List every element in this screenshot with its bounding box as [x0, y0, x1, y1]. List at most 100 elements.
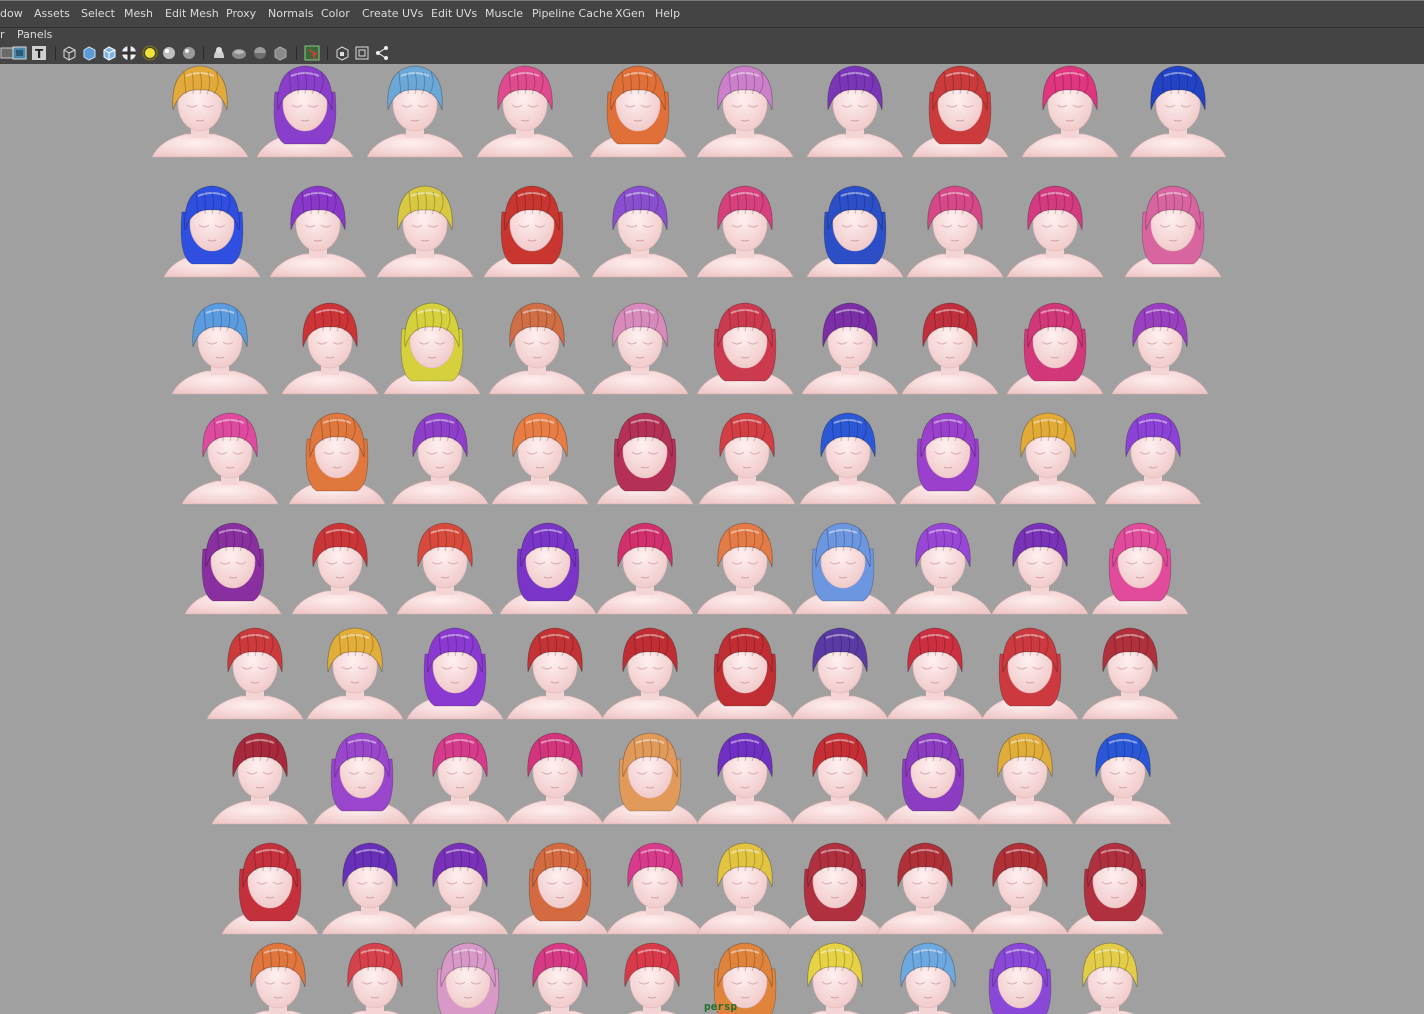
- hair-model[interactable]: [899, 412, 997, 505]
- hair-model[interactable]: [506, 627, 604, 720]
- menu-select[interactable]: Select: [81, 7, 115, 20]
- hair-model[interactable]: [396, 522, 494, 615]
- hair-model[interactable]: [327, 942, 423, 1014]
- menu-assets[interactable]: Assets: [34, 7, 70, 20]
- hair-model[interactable]: [787, 942, 883, 1014]
- hair-model[interactable]: [411, 732, 509, 825]
- hair-model[interactable]: [483, 185, 581, 278]
- shadow-icon[interactable]: [181, 45, 197, 61]
- menu-color[interactable]: Color: [321, 7, 350, 20]
- hair-model[interactable]: [288, 412, 386, 505]
- half-sphere-icon[interactable]: [252, 45, 268, 61]
- hair-model[interactable]: [696, 522, 794, 615]
- hair-model[interactable]: [383, 302, 481, 395]
- perspective-viewport[interactable]: [0, 64, 1424, 1014]
- hair-model[interactable]: [884, 732, 982, 825]
- texture-icon[interactable]: [12, 45, 28, 61]
- light-bulb-icon[interactable]: [142, 45, 158, 61]
- menu-proxy[interactable]: Proxy: [226, 7, 256, 20]
- hair-model[interactable]: [230, 942, 326, 1014]
- hair-model[interactable]: [511, 842, 609, 935]
- hair-model[interactable]: [886, 627, 984, 720]
- hair-model[interactable]: [604, 942, 700, 1014]
- hair-model[interactable]: [171, 302, 269, 395]
- hair-model[interactable]: [512, 942, 608, 1014]
- hair-model[interactable]: [981, 627, 1079, 720]
- hair-model[interactable]: [806, 65, 904, 158]
- hair-model[interactable]: [211, 732, 309, 825]
- hair-model[interactable]: [376, 185, 474, 278]
- hair-model[interactable]: [596, 522, 694, 615]
- menu-create-uvs[interactable]: Create UVs: [362, 7, 423, 20]
- hair-model[interactable]: [591, 302, 689, 395]
- hair-model[interactable]: [420, 942, 516, 1014]
- hair-model[interactable]: [181, 412, 279, 505]
- hair-model[interactable]: [601, 732, 699, 825]
- hair-model[interactable]: [696, 65, 794, 158]
- hair-model[interactable]: [1074, 732, 1172, 825]
- hair-model[interactable]: [1006, 185, 1104, 278]
- hair-model[interactable]: [1062, 942, 1158, 1014]
- hair-model[interactable]: [391, 412, 489, 505]
- hair-model[interactable]: [506, 732, 604, 825]
- hair-model[interactable]: [972, 942, 1068, 1014]
- select-highlight-icon[interactable]: [304, 45, 320, 61]
- hair-model[interactable]: [794, 522, 892, 615]
- menu-edit-uvs[interactable]: Edit UVs: [431, 7, 477, 20]
- hair-model[interactable]: [880, 942, 976, 1014]
- hair-model[interactable]: [1129, 65, 1227, 158]
- menu-mesh[interactable]: Mesh: [124, 7, 153, 20]
- hair-model[interactable]: [1066, 842, 1164, 935]
- hair-model[interactable]: [901, 302, 999, 395]
- hair-model[interactable]: [206, 627, 304, 720]
- menu-xgen[interactable]: XGen: [615, 7, 645, 20]
- menu-dow[interactable]: dow: [0, 7, 23, 20]
- menu-muscle[interactable]: Muscle: [485, 7, 523, 20]
- hair-model[interactable]: [1111, 302, 1209, 395]
- hair-model[interactable]: [696, 302, 794, 395]
- isolate-icon[interactable]: [334, 45, 350, 61]
- share-icon[interactable]: [374, 45, 390, 61]
- hair-model[interactable]: [313, 732, 411, 825]
- hair-model[interactable]: [499, 522, 597, 615]
- default-light-icon[interactable]: [161, 45, 177, 61]
- menu-pipeline-cache[interactable]: Pipeline Cache: [532, 7, 613, 20]
- hair-model[interactable]: [596, 412, 694, 505]
- hair-model[interactable]: [269, 185, 367, 278]
- hair-model[interactable]: [321, 842, 419, 935]
- hair-model[interactable]: [911, 65, 1009, 158]
- hair-model[interactable]: [306, 627, 404, 720]
- text-icon[interactable]: T: [31, 45, 47, 61]
- checker-icon[interactable]: [121, 45, 137, 61]
- bust-icon[interactable]: [211, 45, 227, 61]
- menu-edit-mesh[interactable]: Edit Mesh: [165, 7, 219, 20]
- hair-model[interactable]: [696, 732, 794, 825]
- hair-model[interactable]: [876, 842, 974, 935]
- hair-model[interactable]: [491, 412, 589, 505]
- hair-model[interactable]: [488, 302, 586, 395]
- hair-model[interactable]: [411, 842, 509, 935]
- smooth-shade-icon[interactable]: [81, 45, 97, 61]
- hair-model[interactable]: [281, 302, 379, 395]
- hair-model[interactable]: [1021, 65, 1119, 158]
- hair-model[interactable]: [1124, 185, 1222, 278]
- hair-model[interactable]: [786, 842, 884, 935]
- hair-model[interactable]: [991, 522, 1089, 615]
- hair-model[interactable]: [799, 412, 897, 505]
- hair-model[interactable]: [1104, 412, 1202, 505]
- hair-model[interactable]: [906, 185, 1004, 278]
- cube-dark-icon[interactable]: [272, 45, 288, 61]
- hair-model[interactable]: [151, 65, 249, 158]
- hair-model[interactable]: [894, 522, 992, 615]
- hair-model[interactable]: [606, 842, 704, 935]
- wireframe-cube-icon[interactable]: [61, 45, 77, 61]
- hair-model[interactable]: [791, 732, 889, 825]
- hair-model[interactable]: [791, 627, 889, 720]
- sphere-icon[interactable]: [231, 45, 247, 61]
- hair-model[interactable]: [696, 627, 794, 720]
- hair-model[interactable]: [163, 185, 261, 278]
- menu-normals[interactable]: Normals: [268, 7, 314, 20]
- hair-model[interactable]: [601, 627, 699, 720]
- hair-model[interactable]: [476, 65, 574, 158]
- hair-model[interactable]: [806, 185, 904, 278]
